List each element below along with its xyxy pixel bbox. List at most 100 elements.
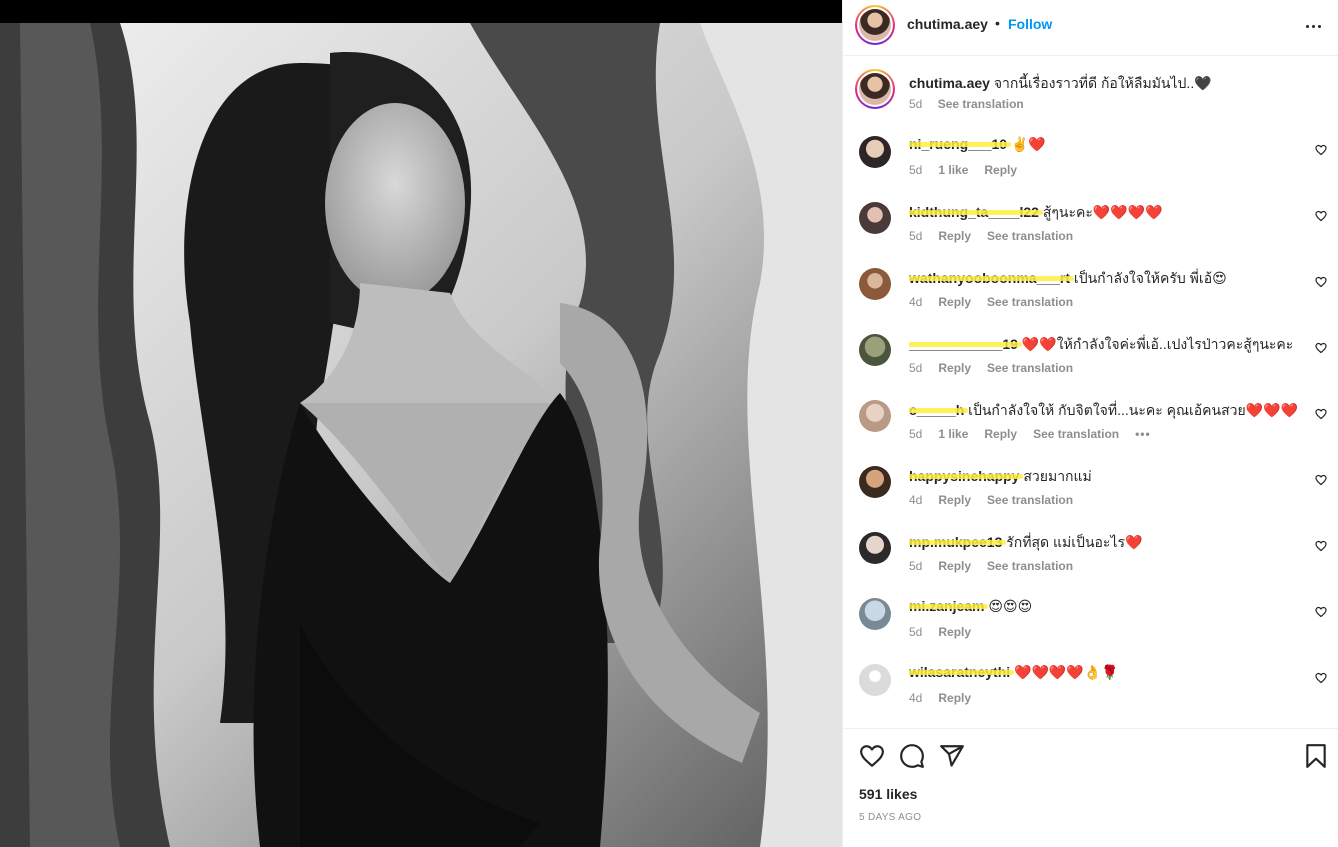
comment-heart-icon[interactable] [1315, 672, 1327, 684]
comment-body: ✌️❤️ [1007, 136, 1046, 152]
comment-body: ❤️❤️ให้กำลังใจค่ะพี่เอ้..เปงไรป่าวคะสู้ๆ… [1018, 336, 1294, 352]
comment-body: รักที่สุด แม่เป็นอะไร❤️ [1002, 534, 1143, 550]
comment-meta: 5d 1 like Reply See translation ••• [909, 427, 1151, 441]
comment-item: ____________19 ❤️❤️ให้กำลังใจค่ะพี่เอ้..… [843, 324, 1338, 390]
comment-reply-button[interactable]: Reply [938, 559, 971, 573]
follow-button[interactable]: Follow [1008, 16, 1052, 32]
commenter-username[interactable]: ____________19 [909, 336, 1018, 352]
comment-reply-button[interactable]: Reply [984, 163, 1017, 177]
more-horizontal-icon[interactable] [1301, 14, 1325, 38]
likes-count[interactable]: 591 likes [859, 786, 917, 802]
post-timestamp[interactable]: 5 DAYS AGO [859, 812, 921, 823]
comment-heart-icon[interactable] [1315, 474, 1327, 486]
comment-text: ni_rueng___10 ✌️❤️ [909, 136, 1309, 153]
commenter-avatar[interactable] [859, 532, 891, 564]
comment-text: mp.mukpee13 รักที่สุด แม่เป็นอะไร❤️ [909, 532, 1309, 554]
commenter-avatar[interactable] [859, 400, 891, 432]
caption-text: chutima.aey จากนี้เรื่องราวที่ดี ก้อให้ล… [909, 73, 1212, 95]
heart-icon[interactable] [859, 743, 885, 769]
comment-time[interactable]: 5d [909, 625, 922, 639]
commenter-avatar[interactable] [859, 136, 891, 168]
comment-meta: 5d Reply See translation [909, 559, 1073, 573]
comment-body: เป็นกำลังใจให้ครับ พี่เอ้😍 [1070, 270, 1227, 286]
comment-heart-icon[interactable] [1315, 408, 1327, 420]
commenter-avatar[interactable] [859, 598, 891, 630]
comment-item: mi.zanjeam 😍😍😍 5d Reply [843, 588, 1338, 654]
comment-reply-button[interactable]: Reply [938, 493, 971, 507]
comment-see-translation[interactable]: See translation [987, 559, 1073, 573]
comment-heart-icon[interactable] [1315, 606, 1327, 618]
caption-meta: 5d See translation [909, 97, 1036, 111]
post-photo[interactable] [0, 23, 842, 847]
commenter-avatar[interactable] [859, 664, 891, 696]
separator-dot: • [995, 15, 1000, 31]
author-username[interactable]: chutima.aey [907, 16, 988, 32]
comment-reply-button[interactable]: Reply [938, 229, 971, 243]
comment-text: mi.zanjeam 😍😍😍 [909, 598, 1309, 615]
comment-likes[interactable]: 1 like [938, 427, 968, 441]
comment-item: ni_rueng___10 ✌️❤️ 5d 1 like Reply [843, 126, 1338, 192]
comment-time[interactable]: 5d [909, 427, 922, 441]
commenter-avatar[interactable] [859, 202, 891, 234]
comment-see-translation[interactable]: See translation [987, 229, 1073, 243]
comment-text: wathanyooboonma___rt เป็นกำลังใจให้ครับ … [909, 268, 1309, 290]
comment-see-translation[interactable]: See translation [1033, 427, 1119, 441]
comment-see-translation[interactable]: See translation [987, 295, 1073, 309]
commenter-username[interactable]: happysinehappy [909, 468, 1019, 484]
comment-meta: 5d Reply See translation [909, 229, 1073, 243]
comment-time[interactable]: 4d [909, 493, 922, 507]
comment-heart-icon[interactable] [1315, 540, 1327, 552]
caption-body: จากนี้เรื่องราวที่ดี ก้อให้ลืมมันไป..🖤 [993, 75, 1212, 91]
comment-item: c_____h เป็นกำลังใจให้ กับจิตใจที่...นะค… [843, 390, 1338, 456]
comment-body: 😍😍😍 [984, 598, 1033, 614]
comment-reply-button[interactable]: Reply [938, 691, 971, 705]
commenter-username[interactable]: kidthung_ta____l22 [909, 204, 1039, 220]
commenter-avatar[interactable] [859, 466, 891, 498]
photo-illustration [0, 23, 842, 847]
comment-heart-icon[interactable] [1315, 342, 1327, 354]
comment-text: kidthung_ta____l22 สู้ๆนะคะ❤️❤️❤️❤️ [909, 202, 1309, 224]
comment-time[interactable]: 4d [909, 691, 922, 705]
commenter-username[interactable]: wathanyooboonma___rt [909, 270, 1070, 286]
comment-see-translation[interactable]: See translation [987, 361, 1073, 375]
comment-reply-button[interactable]: Reply [938, 361, 971, 375]
comment-time[interactable]: 5d [909, 229, 922, 243]
commenter-avatar[interactable] [859, 334, 891, 366]
comment-body: สวยมากแม่ [1019, 468, 1092, 484]
comment-reply-button[interactable]: Reply [938, 295, 971, 309]
media-top-bar [0, 0, 842, 23]
comment-heart-icon[interactable] [1315, 276, 1327, 288]
comment-more-icon[interactable]: ••• [1135, 427, 1151, 441]
comment-see-translation[interactable]: See translation [987, 493, 1073, 507]
comment-reply-button[interactable]: Reply [984, 427, 1017, 441]
author-avatar[interactable] [855, 5, 895, 45]
comment-time[interactable]: 5d [909, 361, 922, 375]
commenter-username[interactable]: mp.mukpee13 [909, 534, 1002, 550]
comment-text: happysinehappy สวยมากแม่ [909, 466, 1309, 488]
comment-heart-icon[interactable] [1315, 210, 1327, 222]
commenter-username[interactable]: wilasaratneythi [909, 664, 1010, 680]
comment-icon[interactable] [899, 743, 925, 769]
caption-username[interactable]: chutima.aey [909, 75, 990, 91]
comment-heart-icon[interactable] [1315, 144, 1327, 156]
share-icon[interactable] [939, 743, 965, 769]
commenter-avatar[interactable] [859, 268, 891, 300]
comment-body: สู้ๆนะคะ❤️❤️❤️❤️ [1038, 204, 1163, 220]
caption-see-translation[interactable]: See translation [938, 97, 1024, 111]
commenter-username[interactable]: c_____h [909, 402, 964, 418]
comment-time[interactable]: 5d [909, 559, 922, 573]
commenter-username[interactable]: ni_rueng___10 [909, 136, 1007, 152]
comment-reply-button[interactable]: Reply [938, 625, 971, 639]
comment-meta: 5d Reply See translation [909, 361, 1073, 375]
comment-time[interactable]: 5d [909, 163, 922, 177]
comment-item: kidthung_ta____l22 สู้ๆนะคะ❤️❤️❤️❤️ 5d Re… [843, 192, 1338, 258]
caption-time[interactable]: 5d [909, 97, 922, 111]
comment-meta: 5d 1 like Reply [909, 163, 1017, 177]
bookmark-icon[interactable] [1303, 743, 1329, 769]
caption-avatar[interactable] [855, 69, 895, 109]
commenter-username[interactable]: mi.zanjeam [909, 598, 984, 614]
comment-time[interactable]: 4d [909, 295, 922, 309]
post-header: chutima.aey • Follow [843, 0, 1338, 56]
post-media-pane [0, 0, 842, 847]
comment-likes[interactable]: 1 like [938, 163, 968, 177]
